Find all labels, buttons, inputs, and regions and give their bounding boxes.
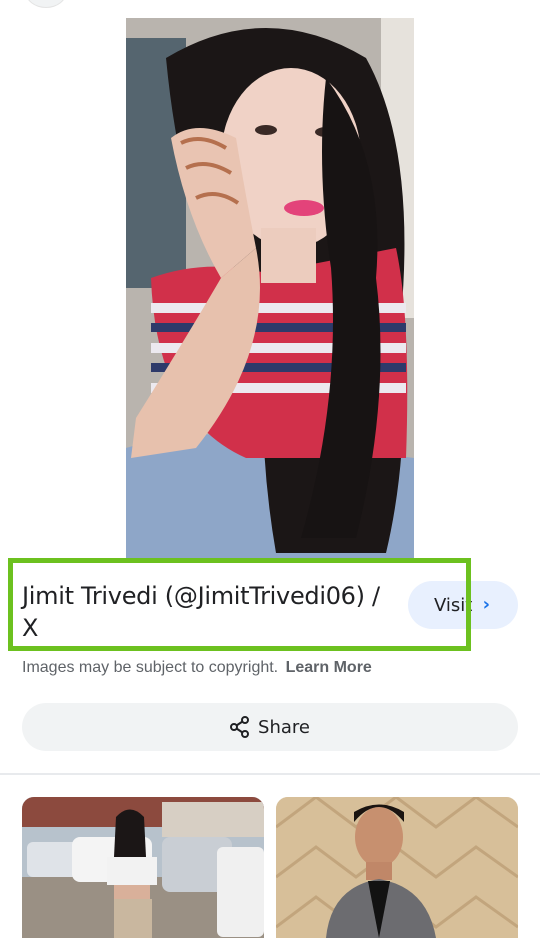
image-viewer-page: Jimit Trivedi (@JimitTrivedi06) / X Visi… <box>0 0 540 938</box>
chevron-right-icon: › <box>482 594 490 615</box>
main-result-image[interactable] <box>126 18 414 558</box>
share-icon <box>230 716 250 738</box>
visit-label: Visit <box>434 594 473 616</box>
result-info-row: Jimit Trivedi (@JimitTrivedi06) / X Visi… <box>0 558 540 658</box>
back-button[interactable] <box>25 0 67 8</box>
copyright-text: Images may be subject to copyright. <box>22 659 279 676</box>
share-button[interactable]: Share <box>22 703 518 751</box>
visit-button[interactable]: Visit › <box>408 581 518 629</box>
related-image-thumbnail[interactable] <box>22 797 264 938</box>
portrait-photo <box>126 18 414 558</box>
result-title[interactable]: Jimit Trivedi (@JimitTrivedi06) / X <box>22 580 402 644</box>
learn-more-link[interactable]: Learn More <box>286 659 372 676</box>
share-label: Share <box>258 716 310 738</box>
street-photo <box>22 797 264 938</box>
related-image-thumbnail[interactable] <box>276 797 518 938</box>
man-portrait-photo <box>276 797 518 938</box>
section-divider <box>0 773 540 775</box>
copyright-notice: Images may be subject to copyright. Lear… <box>22 659 372 677</box>
